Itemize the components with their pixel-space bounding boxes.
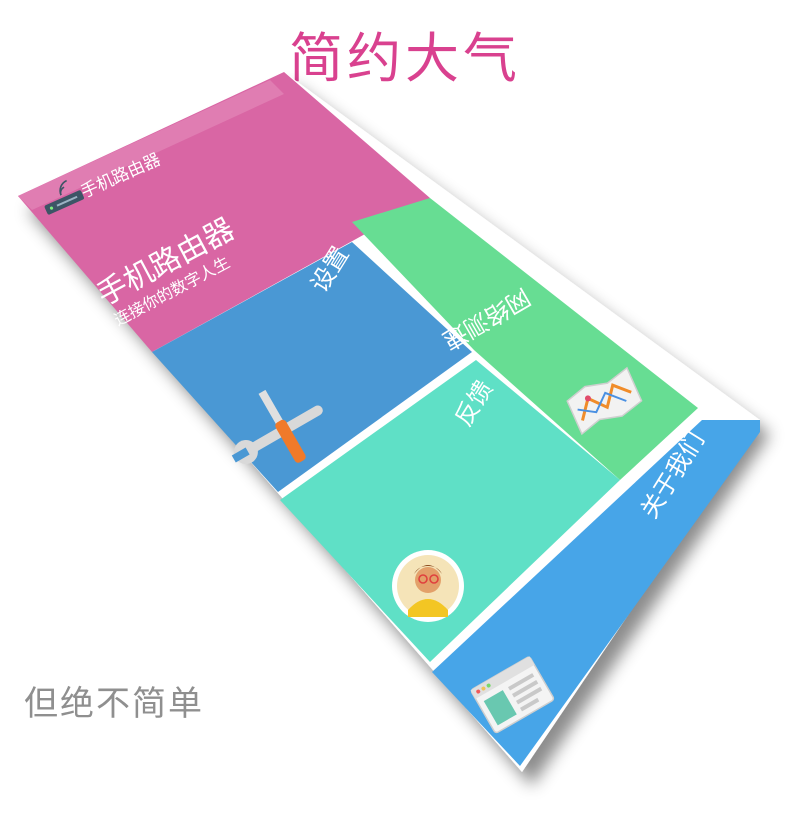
phone-mockup: 手机路由器 手机路由器 连接你的数字人生 设置 网络测速 反馈 关于我们 <box>18 72 760 772</box>
user-avatar-icon <box>392 550 464 622</box>
